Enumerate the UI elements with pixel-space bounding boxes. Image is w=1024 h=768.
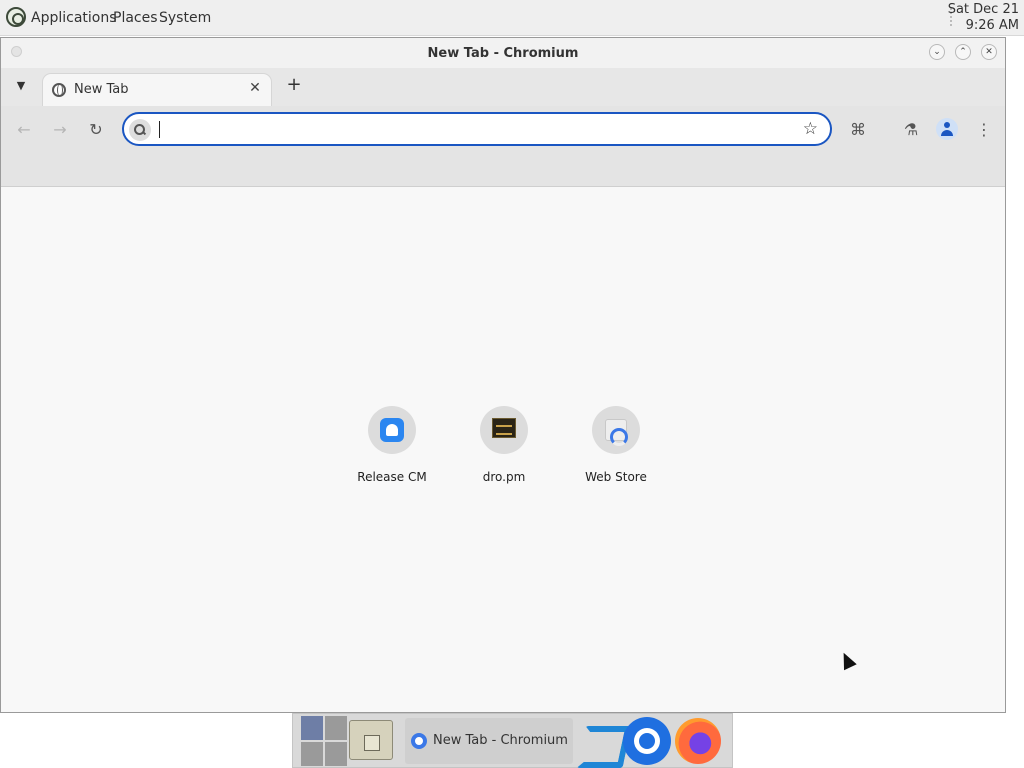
omnibox-input[interactable] [158,117,788,141]
chromium-small-icon [411,733,427,749]
workspace-switcher[interactable] [301,716,347,766]
bookmark-star-icon[interactable]: ☆ [803,119,818,139]
top-panel: Applications Places System Sat Dec 21 9:… [0,0,1024,36]
browser-window: New Tab - Chromium ⌄ ⌃ ✕ ▼ New Tab ✕ + ←… [0,37,1006,713]
shortcut-title: Web Store [585,470,647,484]
window-titlebar[interactable]: New Tab - Chromium ⌄ ⌃ ✕ [1,38,1005,68]
globe-icon [52,83,66,97]
shortcut-dro-pm[interactable]: dro.pm [448,404,560,490]
firefox-icon[interactable] [675,718,721,764]
new-tab-button[interactable]: + [284,75,304,95]
shortcut-icon-bg [480,406,528,454]
clock-date: Sat Dec 21 [947,2,1019,17]
extensions-icon[interactable]: ⌘ [846,118,870,142]
forward-button[interactable]: → [48,118,72,142]
applications-menu[interactable]: Applications [31,10,117,26]
shortcut-title: dro.pm [482,470,526,484]
back-button[interactable]: ← [12,118,36,142]
clock[interactable]: Sat Dec 21 9:26 AM [948,2,1019,34]
files-icon[interactable] [349,720,393,760]
taskbar-item-label: New Tab - Chromium [433,733,568,748]
labs-icon[interactable]: ⚗ [899,118,923,142]
web-store-icon [605,419,628,446]
dro-icon [492,418,516,438]
search-icon [129,119,151,141]
window-title: New Tab - Chromium [427,46,579,61]
new-tab-page: Release CM dro.pm Web Store [1,188,1005,712]
tab-title: New Tab [74,82,129,97]
minimize-button[interactable]: ⌄ [929,44,945,60]
profile-icon[interactable] [936,118,958,140]
chromium-icon[interactable] [623,717,671,765]
menu-icon[interactable]: ⋮ [972,118,996,142]
taskbar: New Tab - Chromium [292,713,733,768]
close-tab-button[interactable]: ✕ [247,80,263,96]
text-caret [159,121,160,138]
tab-search-button[interactable]: ▼ [11,76,31,96]
reload-button[interactable]: ↻ [84,118,108,142]
workspace-1[interactable] [301,716,323,740]
workspace-3[interactable] [301,742,323,766]
vscode-icon[interactable] [577,720,619,762]
workspace-4[interactable] [325,742,347,766]
close-window-button[interactable]: ✕ [981,44,997,60]
tab-strip: ▼ New Tab ✕ + [1,68,1005,106]
distro-logo-icon[interactable] [6,7,26,27]
browser-toolbar: ← → ↻ ☆ ⌘ ⚗ ⋮ [1,106,1005,187]
places-menu[interactable]: Places [113,10,158,26]
taskbar-item-chromium[interactable]: New Tab - Chromium [405,718,573,764]
workspace-2[interactable] [325,716,347,740]
tab-new-tab[interactable]: New Tab ✕ [42,73,272,106]
shortcut-title: Release CM [357,470,427,484]
clock-time: 9:26 AM [965,18,1019,33]
system-menu[interactable]: System [159,10,211,26]
shortcut-icon-bg [368,406,416,454]
android-icon [380,418,404,442]
shortcut-icon-bg [592,406,640,454]
shortcut-release-cm[interactable]: Release CM [336,404,448,490]
maximize-button[interactable]: ⌃ [955,44,971,60]
omnibox[interactable]: ☆ [122,112,832,146]
shortcut-web-store[interactable]: Web Store [560,404,672,490]
